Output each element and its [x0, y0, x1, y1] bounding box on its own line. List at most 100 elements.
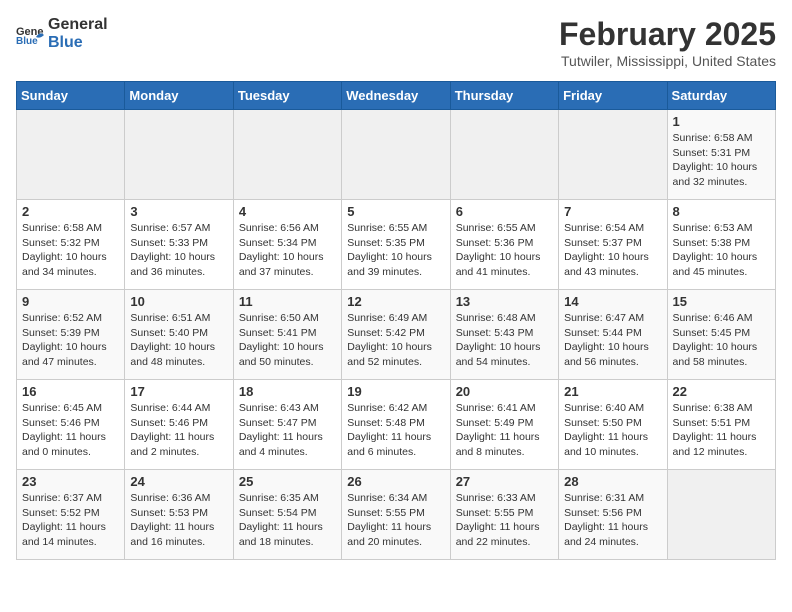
day-info: Sunrise: 6:31 AM Sunset: 5:56 PM Dayligh… — [564, 491, 661, 550]
day-cell: 7 Sunrise: 6:54 AM Sunset: 5:37 PM Daylig… — [559, 200, 667, 290]
day-cell — [450, 110, 558, 200]
day-number: 18 — [239, 384, 336, 399]
day-cell: 13Sunrise: 6:48 AM Sunset: 5:43 PM Dayli… — [450, 290, 558, 380]
day-info: Sunrise: 6:54 AM Sunset: 5:37 PM Dayligh… — [564, 221, 661, 280]
day-cell: 19Sunrise: 6:42 AM Sunset: 5:48 PM Dayli… — [342, 380, 450, 470]
day-number: 14 — [564, 294, 661, 309]
day-info: Sunrise: 6:44 AM Sunset: 5:46 PM Dayligh… — [130, 401, 227, 460]
day-number: 6 — [456, 204, 553, 219]
day-number: 15 — [673, 294, 770, 309]
day-number: 2 — [22, 204, 119, 219]
day-info: Sunrise: 6:36 AM Sunset: 5:53 PM Dayligh… — [130, 491, 227, 550]
day-cell: 23 Sunrise: 6:37 AM Sunset: 5:52 PM Dayli… — [17, 470, 125, 560]
day-info: Sunrise: 6:33 AM Sunset: 5:55 PM Dayligh… — [456, 491, 553, 550]
day-number: 17 — [130, 384, 227, 399]
day-cell: 6Sunrise: 6:55 AM Sunset: 5:36 PM Daylig… — [450, 200, 558, 290]
day-info: Sunrise: 6:51 AM Sunset: 5:40 PM Dayligh… — [130, 311, 227, 370]
day-cell: 12 Sunrise: 6:49 AM Sunset: 5:42 PM Dayli… — [342, 290, 450, 380]
day-info: Sunrise: 6:55 AM Sunset: 5:35 PM Dayligh… — [347, 221, 444, 280]
weekday-header-thursday: Thursday — [450, 82, 558, 110]
day-number: 7 — [564, 204, 661, 219]
day-info: Sunrise: 6:49 AM Sunset: 5:42 PM Dayligh… — [347, 311, 444, 370]
week-row-1: 1 Sunrise: 6:58 AM Sunset: 5:31 PM Daylig… — [17, 110, 776, 200]
day-cell: 15 Sunrise: 6:46 AM Sunset: 5:45 PM Dayli… — [667, 290, 775, 380]
weekday-header-tuesday: Tuesday — [233, 82, 341, 110]
title-area: February 2025 Tutwiler, Mississippi, Uni… — [559, 16, 776, 69]
day-info: Sunrise: 6:34 AM Sunset: 5:55 PM Dayligh… — [347, 491, 444, 550]
day-info: Sunrise: 6:40 AM Sunset: 5:50 PM Dayligh… — [564, 401, 661, 460]
day-cell: 21 Sunrise: 6:40 AM Sunset: 5:50 PM Dayli… — [559, 380, 667, 470]
day-number: 13 — [456, 294, 553, 309]
svg-text:Blue: Blue — [16, 36, 38, 45]
weekday-header-monday: Monday — [125, 82, 233, 110]
day-info: Sunrise: 6:52 AM Sunset: 5:39 PM Dayligh… — [22, 311, 119, 370]
calendar-table: SundayMondayTuesdayWednesdayThursdayFrid… — [16, 81, 776, 560]
day-cell: 24 Sunrise: 6:36 AM Sunset: 5:53 PM Dayli… — [125, 470, 233, 560]
day-number: 19 — [347, 384, 444, 399]
day-info: Sunrise: 6:56 AM Sunset: 5:34 PM Dayligh… — [239, 221, 336, 280]
day-cell: 14 Sunrise: 6:47 AM Sunset: 5:44 PM Dayli… — [559, 290, 667, 380]
day-number: 4 — [239, 204, 336, 219]
day-cell: 4 Sunrise: 6:56 AM Sunset: 5:34 PM Daylig… — [233, 200, 341, 290]
day-number: 8 — [673, 204, 770, 219]
day-number: 5 — [347, 204, 444, 219]
weekday-header-friday: Friday — [559, 82, 667, 110]
day-cell: 5 Sunrise: 6:55 AM Sunset: 5:35 PM Daylig… — [342, 200, 450, 290]
day-number: 28 — [564, 474, 661, 489]
day-number: 21 — [564, 384, 661, 399]
week-row-3: 9 Sunrise: 6:52 AM Sunset: 5:39 PM Daylig… — [17, 290, 776, 380]
logo-blue: Blue — [48, 34, 108, 52]
day-info: Sunrise: 6:58 AM Sunset: 5:32 PM Dayligh… — [22, 221, 119, 280]
day-cell: 3Sunrise: 6:57 AM Sunset: 5:33 PM Daylig… — [125, 200, 233, 290]
day-number: 10 — [130, 294, 227, 309]
weekday-header-row: SundayMondayTuesdayWednesdayThursdayFrid… — [17, 82, 776, 110]
day-cell: 10 Sunrise: 6:51 AM Sunset: 5:40 PM Dayli… — [125, 290, 233, 380]
day-cell — [667, 470, 775, 560]
day-number: 26 — [347, 474, 444, 489]
week-row-4: 16 Sunrise: 6:45 AM Sunset: 5:46 PM Dayli… — [17, 380, 776, 470]
day-cell: 16 Sunrise: 6:45 AM Sunset: 5:46 PM Dayli… — [17, 380, 125, 470]
day-info: Sunrise: 6:37 AM Sunset: 5:52 PM Dayligh… — [22, 491, 119, 550]
day-number: 24 — [130, 474, 227, 489]
day-number: 12 — [347, 294, 444, 309]
day-cell: 22Sunrise: 6:38 AM Sunset: 5:51 PM Dayli… — [667, 380, 775, 470]
day-number: 23 — [22, 474, 119, 489]
month-title: February 2025 — [559, 16, 776, 53]
day-cell: 2 Sunrise: 6:58 AM Sunset: 5:32 PM Daylig… — [17, 200, 125, 290]
day-cell: 17 Sunrise: 6:44 AM Sunset: 5:46 PM Dayli… — [125, 380, 233, 470]
day-number: 11 — [239, 294, 336, 309]
day-info: Sunrise: 6:45 AM Sunset: 5:46 PM Dayligh… — [22, 401, 119, 460]
day-cell: 26 Sunrise: 6:34 AM Sunset: 5:55 PM Dayli… — [342, 470, 450, 560]
week-row-2: 2 Sunrise: 6:58 AM Sunset: 5:32 PM Daylig… — [17, 200, 776, 290]
day-info: Sunrise: 6:57 AM Sunset: 5:33 PM Dayligh… — [130, 221, 227, 280]
logo: General Blue General Blue — [16, 16, 108, 52]
day-cell: 9 Sunrise: 6:52 AM Sunset: 5:39 PM Daylig… — [17, 290, 125, 380]
day-info: Sunrise: 6:46 AM Sunset: 5:45 PM Dayligh… — [673, 311, 770, 370]
day-number: 1 — [673, 114, 770, 129]
day-number: 27 — [456, 474, 553, 489]
day-cell: 25Sunrise: 6:35 AM Sunset: 5:54 PM Dayli… — [233, 470, 341, 560]
day-info: Sunrise: 6:47 AM Sunset: 5:44 PM Dayligh… — [564, 311, 661, 370]
day-cell — [342, 110, 450, 200]
day-cell: 8Sunrise: 6:53 AM Sunset: 5:38 PM Daylig… — [667, 200, 775, 290]
weekday-header-saturday: Saturday — [667, 82, 775, 110]
page-header: General Blue General Blue February 2025 … — [16, 16, 776, 69]
weekday-header-sunday: Sunday — [17, 82, 125, 110]
logo-general: General — [48, 16, 108, 34]
day-info: Sunrise: 6:41 AM Sunset: 5:49 PM Dayligh… — [456, 401, 553, 460]
day-number: 9 — [22, 294, 119, 309]
weekday-header-wednesday: Wednesday — [342, 82, 450, 110]
day-cell: 11 Sunrise: 6:50 AM Sunset: 5:41 PM Dayli… — [233, 290, 341, 380]
calendar-body: 1 Sunrise: 6:58 AM Sunset: 5:31 PM Daylig… — [17, 110, 776, 560]
day-info: Sunrise: 6:58 AM Sunset: 5:31 PM Dayligh… — [673, 131, 770, 190]
day-cell: 20Sunrise: 6:41 AM Sunset: 5:49 PM Dayli… — [450, 380, 558, 470]
day-cell — [125, 110, 233, 200]
location-title: Tutwiler, Mississippi, United States — [559, 53, 776, 69]
day-cell — [233, 110, 341, 200]
calendar-header: SundayMondayTuesdayWednesdayThursdayFrid… — [17, 82, 776, 110]
week-row-5: 23 Sunrise: 6:37 AM Sunset: 5:52 PM Dayli… — [17, 470, 776, 560]
day-number: 16 — [22, 384, 119, 399]
day-info: Sunrise: 6:50 AM Sunset: 5:41 PM Dayligh… — [239, 311, 336, 370]
day-cell: 27 Sunrise: 6:33 AM Sunset: 5:55 PM Dayli… — [450, 470, 558, 560]
day-info: Sunrise: 6:43 AM Sunset: 5:47 PM Dayligh… — [239, 401, 336, 460]
